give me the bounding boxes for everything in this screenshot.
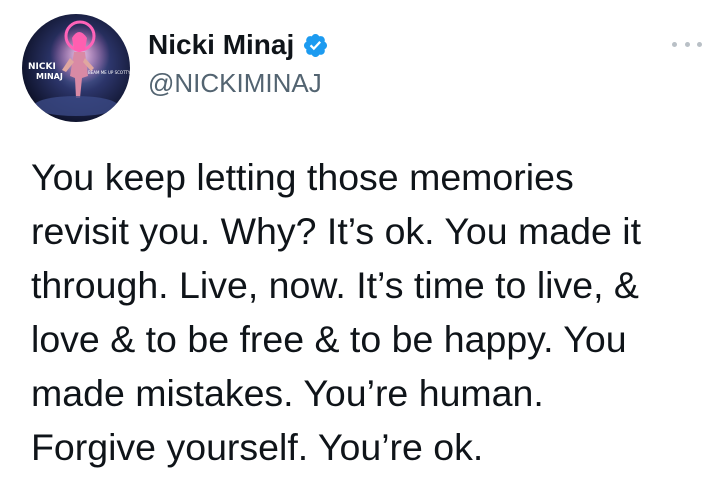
tweet-card: NICKI MINAJ BEAM ME UP SCOTTY Nicki Mina… (0, 0, 719, 491)
author-name-row: Nicki Minaj (148, 28, 329, 62)
tweet-text-line: You keep letting those memories (31, 156, 574, 198)
tweet-text: You keep letting those memories revisit … (31, 150, 711, 474)
more-options-icon[interactable] (672, 36, 702, 52)
more-dot (697, 41, 702, 47)
album-cover-avatar-icon: NICKI MINAJ BEAM ME UP SCOTTY (22, 14, 130, 122)
tweet-text-line: Forgive yourself. You’re ok. (31, 426, 484, 468)
profile-avatar[interactable]: NICKI MINAJ BEAM ME UP SCOTTY (22, 14, 130, 122)
tweet-text-line: revisit you. Why? It’s ok. You made it (31, 210, 642, 252)
tweet-text-line: love & to be free & to be happy. You (31, 318, 627, 360)
verified-badge-icon (304, 33, 328, 57)
author-display-name[interactable]: Nicki Minaj (148, 29, 294, 61)
tweet-text-line: made mistakes. You’re human. (31, 372, 544, 414)
svg-text:BEAM ME UP SCOTTY: BEAM ME UP SCOTTY (88, 70, 130, 75)
tweet-text-line: through. Live, now. It’s time to live, & (31, 264, 639, 306)
svg-text:NICKI: NICKI (28, 62, 56, 72)
svg-text:MINAJ: MINAJ (36, 72, 63, 81)
author-handle[interactable]: @NICKIMINAJ (148, 68, 322, 99)
more-dot (672, 41, 677, 47)
more-dot (684, 41, 690, 47)
